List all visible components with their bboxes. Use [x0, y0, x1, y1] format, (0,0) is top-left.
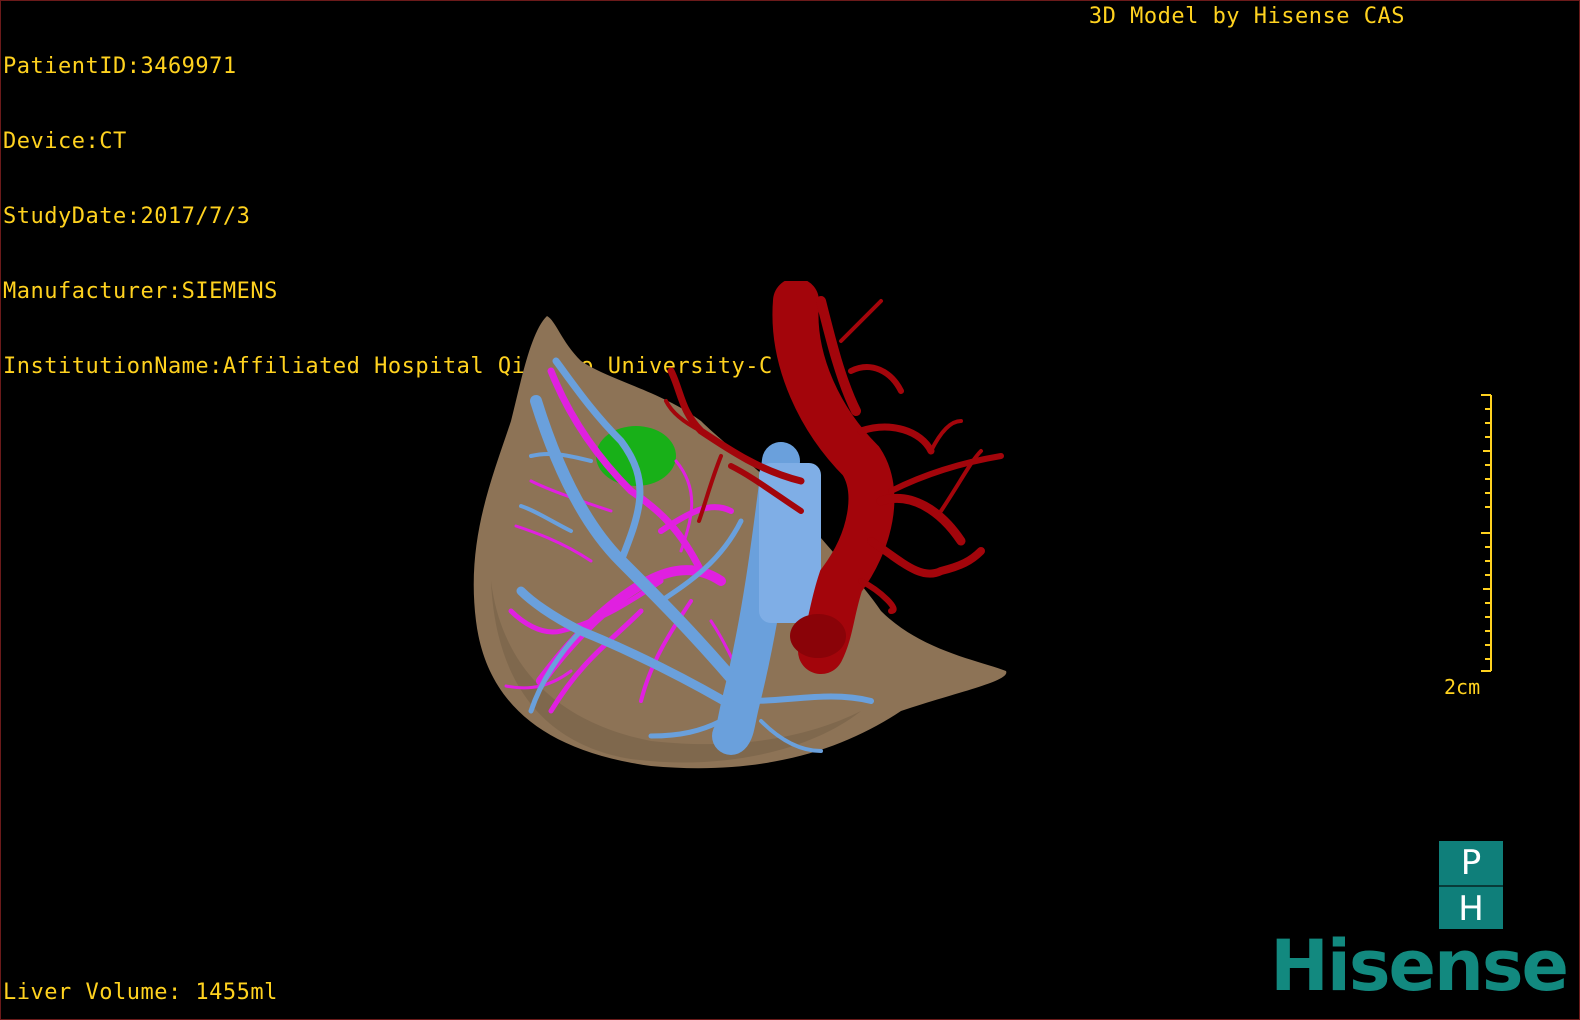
ph-badge-top: P	[1460, 843, 1482, 883]
liver-3d-model[interactable]	[461, 281, 1031, 791]
artery-cross-section	[790, 614, 846, 658]
ph-badge: P H	[1439, 841, 1503, 929]
hisense-logo: Hisense	[1270, 925, 1569, 1007]
patient-id-line: PatientID:3469971	[3, 54, 237, 79]
liver-volume: Liver Volume: 1455ml	[3, 980, 278, 1005]
study-date-line: StudyDate:2017/7/3	[3, 204, 251, 229]
model-credit: 3D Model by Hisense CAS	[1088, 4, 1405, 29]
scale-label: 2cm	[1444, 675, 1481, 699]
device-line: Device:CT	[3, 129, 127, 154]
3d-viewport[interactable]: PatientID:3469971 Device:CT StudyDate:20…	[0, 0, 1580, 1020]
scale-bar	[1481, 394, 1492, 672]
